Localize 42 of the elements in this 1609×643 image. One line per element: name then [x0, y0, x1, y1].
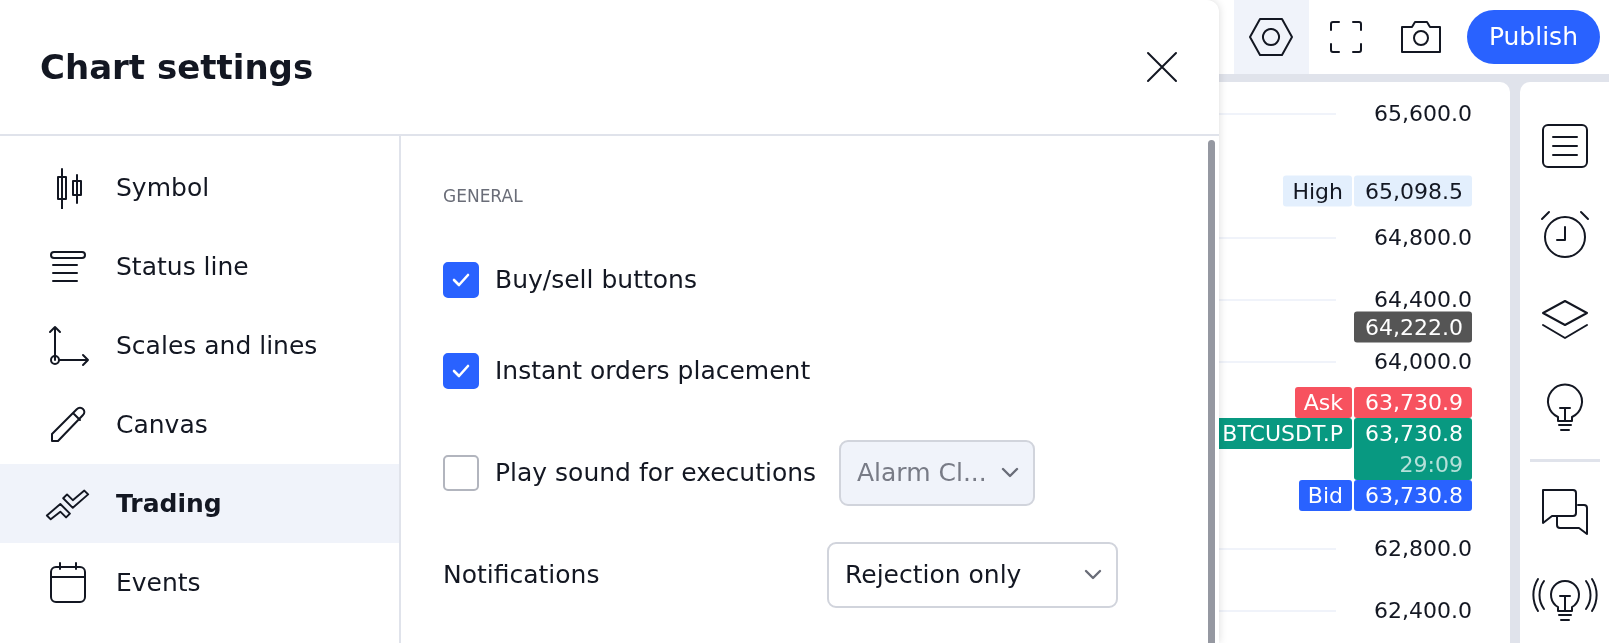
checkbox[interactable] — [443, 352, 479, 389]
dropdown-select[interactable]: Rejection only — [827, 541, 1118, 608]
checkbox[interactable] — [443, 261, 479, 298]
price-label: 65,098.5 — [1354, 175, 1472, 207]
price-tag: High — [1283, 175, 1352, 207]
sidebar-item[interactable]: Canvas — [0, 385, 399, 464]
publish-button[interactable]: Publish — [1466, 10, 1600, 64]
option-label: Notifications — [443, 558, 601, 591]
price-label: 63,730.9 — [1354, 387, 1472, 419]
option-label: Instant orders placement — [495, 354, 812, 387]
price-tick: 64,400.0 — [1374, 285, 1472, 314]
scrollbar[interactable] — [1208, 140, 1215, 643]
price-tick: 64,000.0 — [1374, 347, 1472, 376]
price-tick: 65,600.0 — [1374, 99, 1472, 128]
sidebar-item[interactable]: Status line — [0, 227, 399, 306]
toolbar-button[interactable] — [1233, 0, 1309, 74]
price-label: 63,730.8 29:09 — [1354, 418, 1472, 481]
price-label: 64,222.0 — [1354, 311, 1472, 343]
countdown-text: 29:09 — [1398, 451, 1463, 480]
price-tick: 62,400.0 — [1374, 596, 1472, 625]
checkmark-icon — [451, 271, 471, 288]
sidebar-item[interactable]: Trading — [0, 464, 399, 543]
section-heading: GENERAL — [443, 185, 524, 208]
camera-icon — [1399, 19, 1444, 55]
checkbox[interactable] — [443, 454, 479, 491]
checkmark-icon — [451, 362, 471, 379]
settings-icon — [1248, 17, 1295, 57]
price-label: 63,730.8 — [1354, 480, 1472, 512]
chevron-icon — [1084, 569, 1102, 580]
close-icon[interactable] — [1145, 50, 1179, 84]
price-tag: Ask — [1294, 387, 1352, 419]
price-tag: Bid — [1298, 480, 1352, 512]
sidebar-item[interactable]: Scales and lines — [0, 306, 399, 385]
price-tick: 64,800.0 — [1374, 223, 1472, 252]
chevron-icon — [1001, 467, 1019, 478]
price-tick: 62,800.0 — [1374, 534, 1472, 563]
fullscreen-icon — [1329, 20, 1364, 54]
dialog-title: Chart settings — [40, 46, 314, 88]
option-label: Buy/sell buttons — [495, 263, 698, 296]
sidebar-item[interactable]: Events — [0, 543, 399, 622]
sidebar-item[interactable]: Symbol — [0, 148, 399, 227]
option-label: Play sound for executions — [495, 456, 818, 489]
